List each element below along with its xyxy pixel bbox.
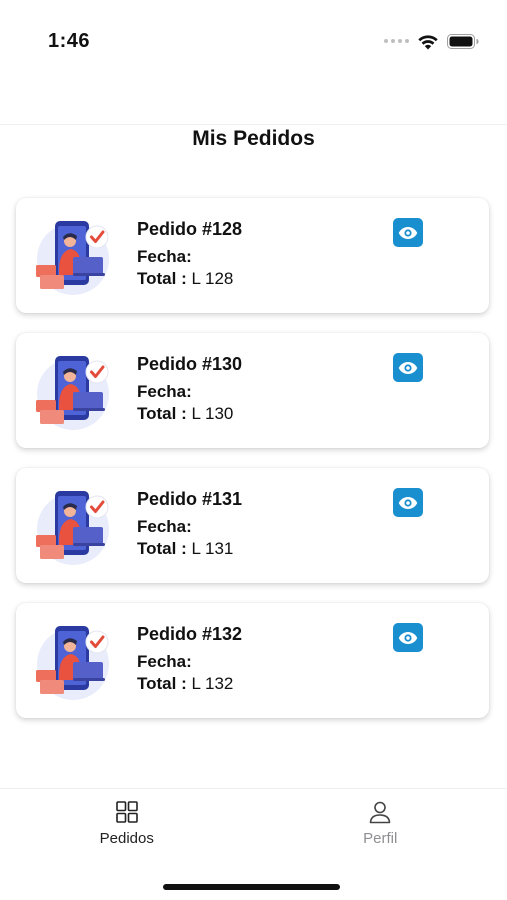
eye-icon bbox=[398, 496, 418, 509]
status-time: 1:46 bbox=[48, 30, 91, 52]
view-order-button[interactable] bbox=[393, 488, 423, 517]
grid-icon bbox=[115, 801, 138, 823]
order-date-label: Fecha: bbox=[137, 382, 192, 401]
order-info: Pedido #128 Fecha: Total : L 128 bbox=[137, 218, 242, 290]
screen: 1:46 Mis Pedidos Pedido #128 Fecha: Tota… bbox=[0, 0, 507, 900]
order-illustration-icon bbox=[36, 356, 109, 430]
order-title: Pedido #131 bbox=[137, 489, 243, 509]
tab-pedidos[interactable]: Pedidos bbox=[0, 789, 254, 859]
order-total: Total : L 128 bbox=[137, 268, 242, 290]
order-card[interactable]: Pedido #131 Fecha: Total : L 131 bbox=[16, 468, 489, 583]
cellular-signal-icon bbox=[384, 39, 409, 43]
status-icons bbox=[384, 30, 479, 52]
view-order-button[interactable] bbox=[393, 218, 423, 247]
order-total-value: L 131 bbox=[191, 539, 234, 558]
order-total: Total : L 132 bbox=[137, 673, 242, 695]
order-illustration-icon bbox=[36, 221, 109, 295]
wifi-icon bbox=[418, 34, 438, 49]
status-bar: 1:46 bbox=[0, 0, 507, 80]
page-title: Mis Pedidos bbox=[192, 127, 315, 150]
orders-list: Pedido #128 Fecha: Total : L 128 Pedido … bbox=[16, 198, 489, 738]
order-card[interactable]: Pedido #132 Fecha: Total : L 132 bbox=[16, 603, 489, 718]
order-total: Total : L 130 bbox=[137, 403, 242, 425]
home-indicator[interactable] bbox=[163, 884, 340, 890]
order-illustration-icon bbox=[36, 626, 109, 700]
order-total-label: Total : bbox=[137, 539, 187, 558]
order-total-label: Total : bbox=[137, 404, 187, 423]
tab-perfil-label: Perfil bbox=[363, 830, 398, 847]
order-total: Total : L 131 bbox=[137, 538, 242, 560]
order-illustration-icon bbox=[36, 491, 109, 565]
tab-perfil[interactable]: Perfil bbox=[254, 789, 507, 859]
order-total-label: Total : bbox=[137, 269, 187, 288]
order-total-value: L 128 bbox=[191, 269, 234, 288]
order-date-label: Fecha: bbox=[137, 517, 192, 536]
order-info: Pedido #132 Fecha: Total : L 132 bbox=[137, 623, 242, 695]
eye-icon bbox=[398, 631, 418, 644]
order-date: Fecha: bbox=[137, 381, 242, 403]
header-divider bbox=[0, 124, 507, 125]
order-total-value: L 130 bbox=[191, 404, 234, 423]
order-date-label: Fecha: bbox=[137, 247, 192, 266]
order-total-label: Total : bbox=[137, 674, 187, 693]
tab-pedidos-label: Pedidos bbox=[99, 830, 154, 847]
order-title: Pedido #132 bbox=[137, 624, 243, 644]
order-card[interactable]: Pedido #128 Fecha: Total : L 128 bbox=[16, 198, 489, 313]
order-date: Fecha: bbox=[137, 246, 242, 268]
battery-icon bbox=[447, 33, 479, 49]
person-icon bbox=[369, 801, 391, 824]
order-card[interactable]: Pedido #130 Fecha: Total : L 130 bbox=[16, 333, 489, 448]
order-date: Fecha: bbox=[137, 651, 242, 673]
order-total-value: L 132 bbox=[191, 674, 234, 693]
order-title: Pedido #128 bbox=[137, 219, 243, 239]
eye-icon bbox=[398, 361, 418, 374]
order-title: Pedido #130 bbox=[137, 354, 243, 374]
view-order-button[interactable] bbox=[393, 353, 423, 382]
tab-bar: Pedidos Perfil bbox=[0, 789, 507, 859]
order-info: Pedido #130 Fecha: Total : L 130 bbox=[137, 353, 242, 425]
eye-icon bbox=[398, 226, 418, 239]
order-info: Pedido #131 Fecha: Total : L 131 bbox=[137, 488, 242, 560]
view-order-button[interactable] bbox=[393, 623, 423, 652]
order-date: Fecha: bbox=[137, 516, 242, 538]
order-date-label: Fecha: bbox=[137, 652, 192, 671]
